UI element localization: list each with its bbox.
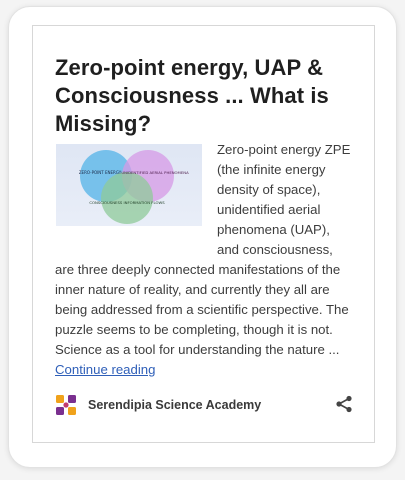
post-footer: Serendipia Science Academy bbox=[55, 392, 353, 418]
post-title[interactable]: Zero-point energy, UAP & Consciousness .… bbox=[55, 54, 355, 138]
outer-frame: Zero-point energy, UAP & Consciousness .… bbox=[8, 6, 397, 468]
site-logo-icon[interactable] bbox=[55, 394, 77, 416]
continue-reading-link[interactable]: Continue reading bbox=[55, 362, 155, 377]
post-card: Zero-point energy, UAP & Consciousness .… bbox=[32, 25, 375, 443]
site-name[interactable]: Serendipia Science Academy bbox=[88, 398, 261, 412]
post-excerpt: Zero-point energy ZPE (the infinite ener… bbox=[55, 140, 353, 380]
share-icon[interactable] bbox=[335, 395, 353, 413]
thumbnail-spacer bbox=[55, 140, 201, 260]
